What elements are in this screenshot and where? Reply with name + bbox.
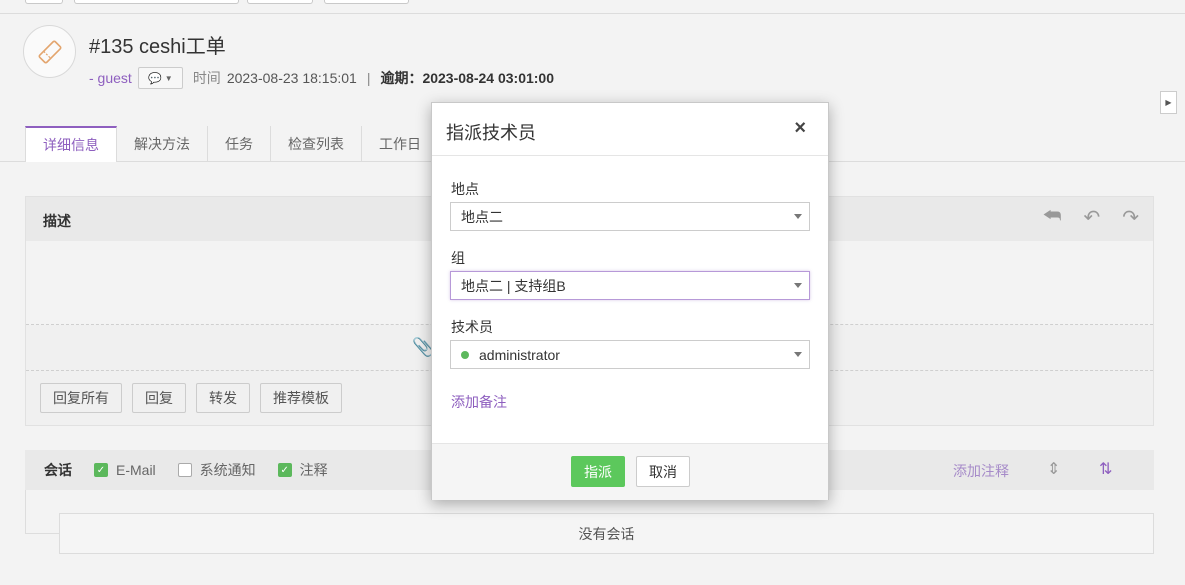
technician-label: 技术员: [451, 319, 493, 335]
location-value: 地点二: [461, 208, 503, 225]
technician-value: administrator: [479, 346, 560, 363]
caret-down-icon: [794, 352, 802, 357]
technician-select[interactable]: administrator: [450, 340, 810, 369]
dialog-header: 指派技术员 ×: [432, 103, 828, 156]
dialog-footer: 指派 取消: [432, 443, 828, 500]
add-remark-link[interactable]: 添加备注: [451, 392, 507, 412]
assign-button[interactable]: 指派: [571, 456, 625, 487]
online-status-icon: [461, 350, 469, 359]
dialog-title: 指派技术员: [446, 123, 536, 143]
cancel-button[interactable]: 取消: [636, 456, 690, 487]
group-label: 组: [451, 250, 465, 266]
group-value: 地点二 | 支持组B: [461, 277, 566, 294]
location-label: 地点: [451, 181, 479, 197]
caret-down-icon: [794, 283, 802, 288]
close-icon[interactable]: ×: [794, 117, 806, 140]
assign-technician-dialog: 指派技术员 × 地点 地点二 组 地点二 | 支持组B 技术员 administ…: [431, 102, 829, 500]
group-select[interactable]: 地点二 | 支持组B: [450, 271, 810, 300]
location-select[interactable]: 地点二: [450, 202, 810, 231]
caret-down-icon: [794, 214, 802, 219]
